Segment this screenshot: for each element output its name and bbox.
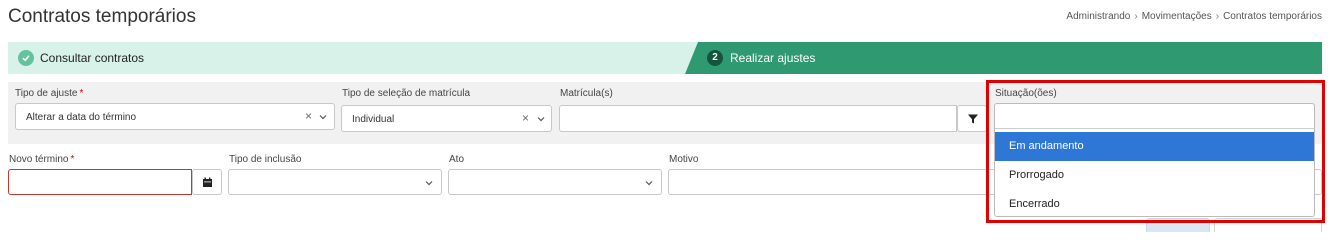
tipo-ajuste-value: Alterar a data do término [26, 112, 137, 123]
required-mark: * [79, 88, 84, 99]
check-icon [18, 50, 34, 66]
filter-button[interactable] [957, 105, 987, 132]
chevron-down-icon [537, 117, 545, 122]
clear-icon[interactable]: × [522, 111, 529, 125]
ato-select[interactable] [448, 169, 662, 195]
tipo-selecao-select[interactable]: Individual × [341, 105, 552, 132]
tipo-ajuste-select[interactable]: Alterar a data do término × [15, 103, 335, 130]
required-mark: * [70, 154, 75, 165]
page-title: Contratos temporários [8, 6, 196, 27]
breadcrumb: Administrando › Movimentações › Contrato… [1066, 11, 1322, 22]
tipo-selecao-label: Tipo de seleção de matrícula [342, 88, 471, 99]
breadcrumb-item-administrando[interactable]: Administrando [1066, 11, 1130, 22]
novo-termino-label: Novo término * [9, 154, 75, 165]
clear-icon[interactable]: × [305, 109, 312, 123]
breadcrumb-item-movimentacoes[interactable]: Movimentações [1142, 11, 1212, 22]
chevron-down-icon [645, 181, 653, 186]
filter-icon [968, 114, 978, 124]
step-realizar-ajustes: 2 Realizar ajustes [685, 42, 1322, 74]
tipo-inclusao-select[interactable] [228, 169, 442, 195]
wizard-steps: Consultar contratos 2 Realizar ajustes [8, 42, 1322, 74]
tipo-inclusao-label: Tipo de inclusão [229, 154, 302, 165]
step-number: 2 [707, 50, 723, 66]
novo-termino-input[interactable] [8, 169, 192, 195]
step-label: Consultar contratos [40, 51, 145, 65]
ato-label: Ato [449, 154, 465, 165]
tipo-selecao-value: Individual [352, 114, 395, 125]
calendar-button[interactable] [192, 169, 222, 195]
matriculas-label: Matrícula(s) [560, 88, 613, 99]
matriculas-input[interactable] [559, 105, 957, 132]
chevron-down-icon [319, 115, 327, 120]
tipo-ajuste-label: Tipo de ajuste * [15, 88, 84, 99]
chevron-down-icon [425, 181, 433, 186]
step-consultar-contratos[interactable]: Consultar contratos [8, 42, 698, 74]
step-label: Realizar ajustes [730, 51, 816, 65]
chevron-right-icon: › [1134, 11, 1138, 22]
calendar-icon [203, 177, 212, 187]
highlight-box [986, 80, 1325, 223]
breadcrumb-item-contratos: Contratos temporários [1223, 11, 1322, 22]
chevron-right-icon: › [1215, 11, 1220, 22]
motivo-label: Motivo [669, 154, 699, 165]
